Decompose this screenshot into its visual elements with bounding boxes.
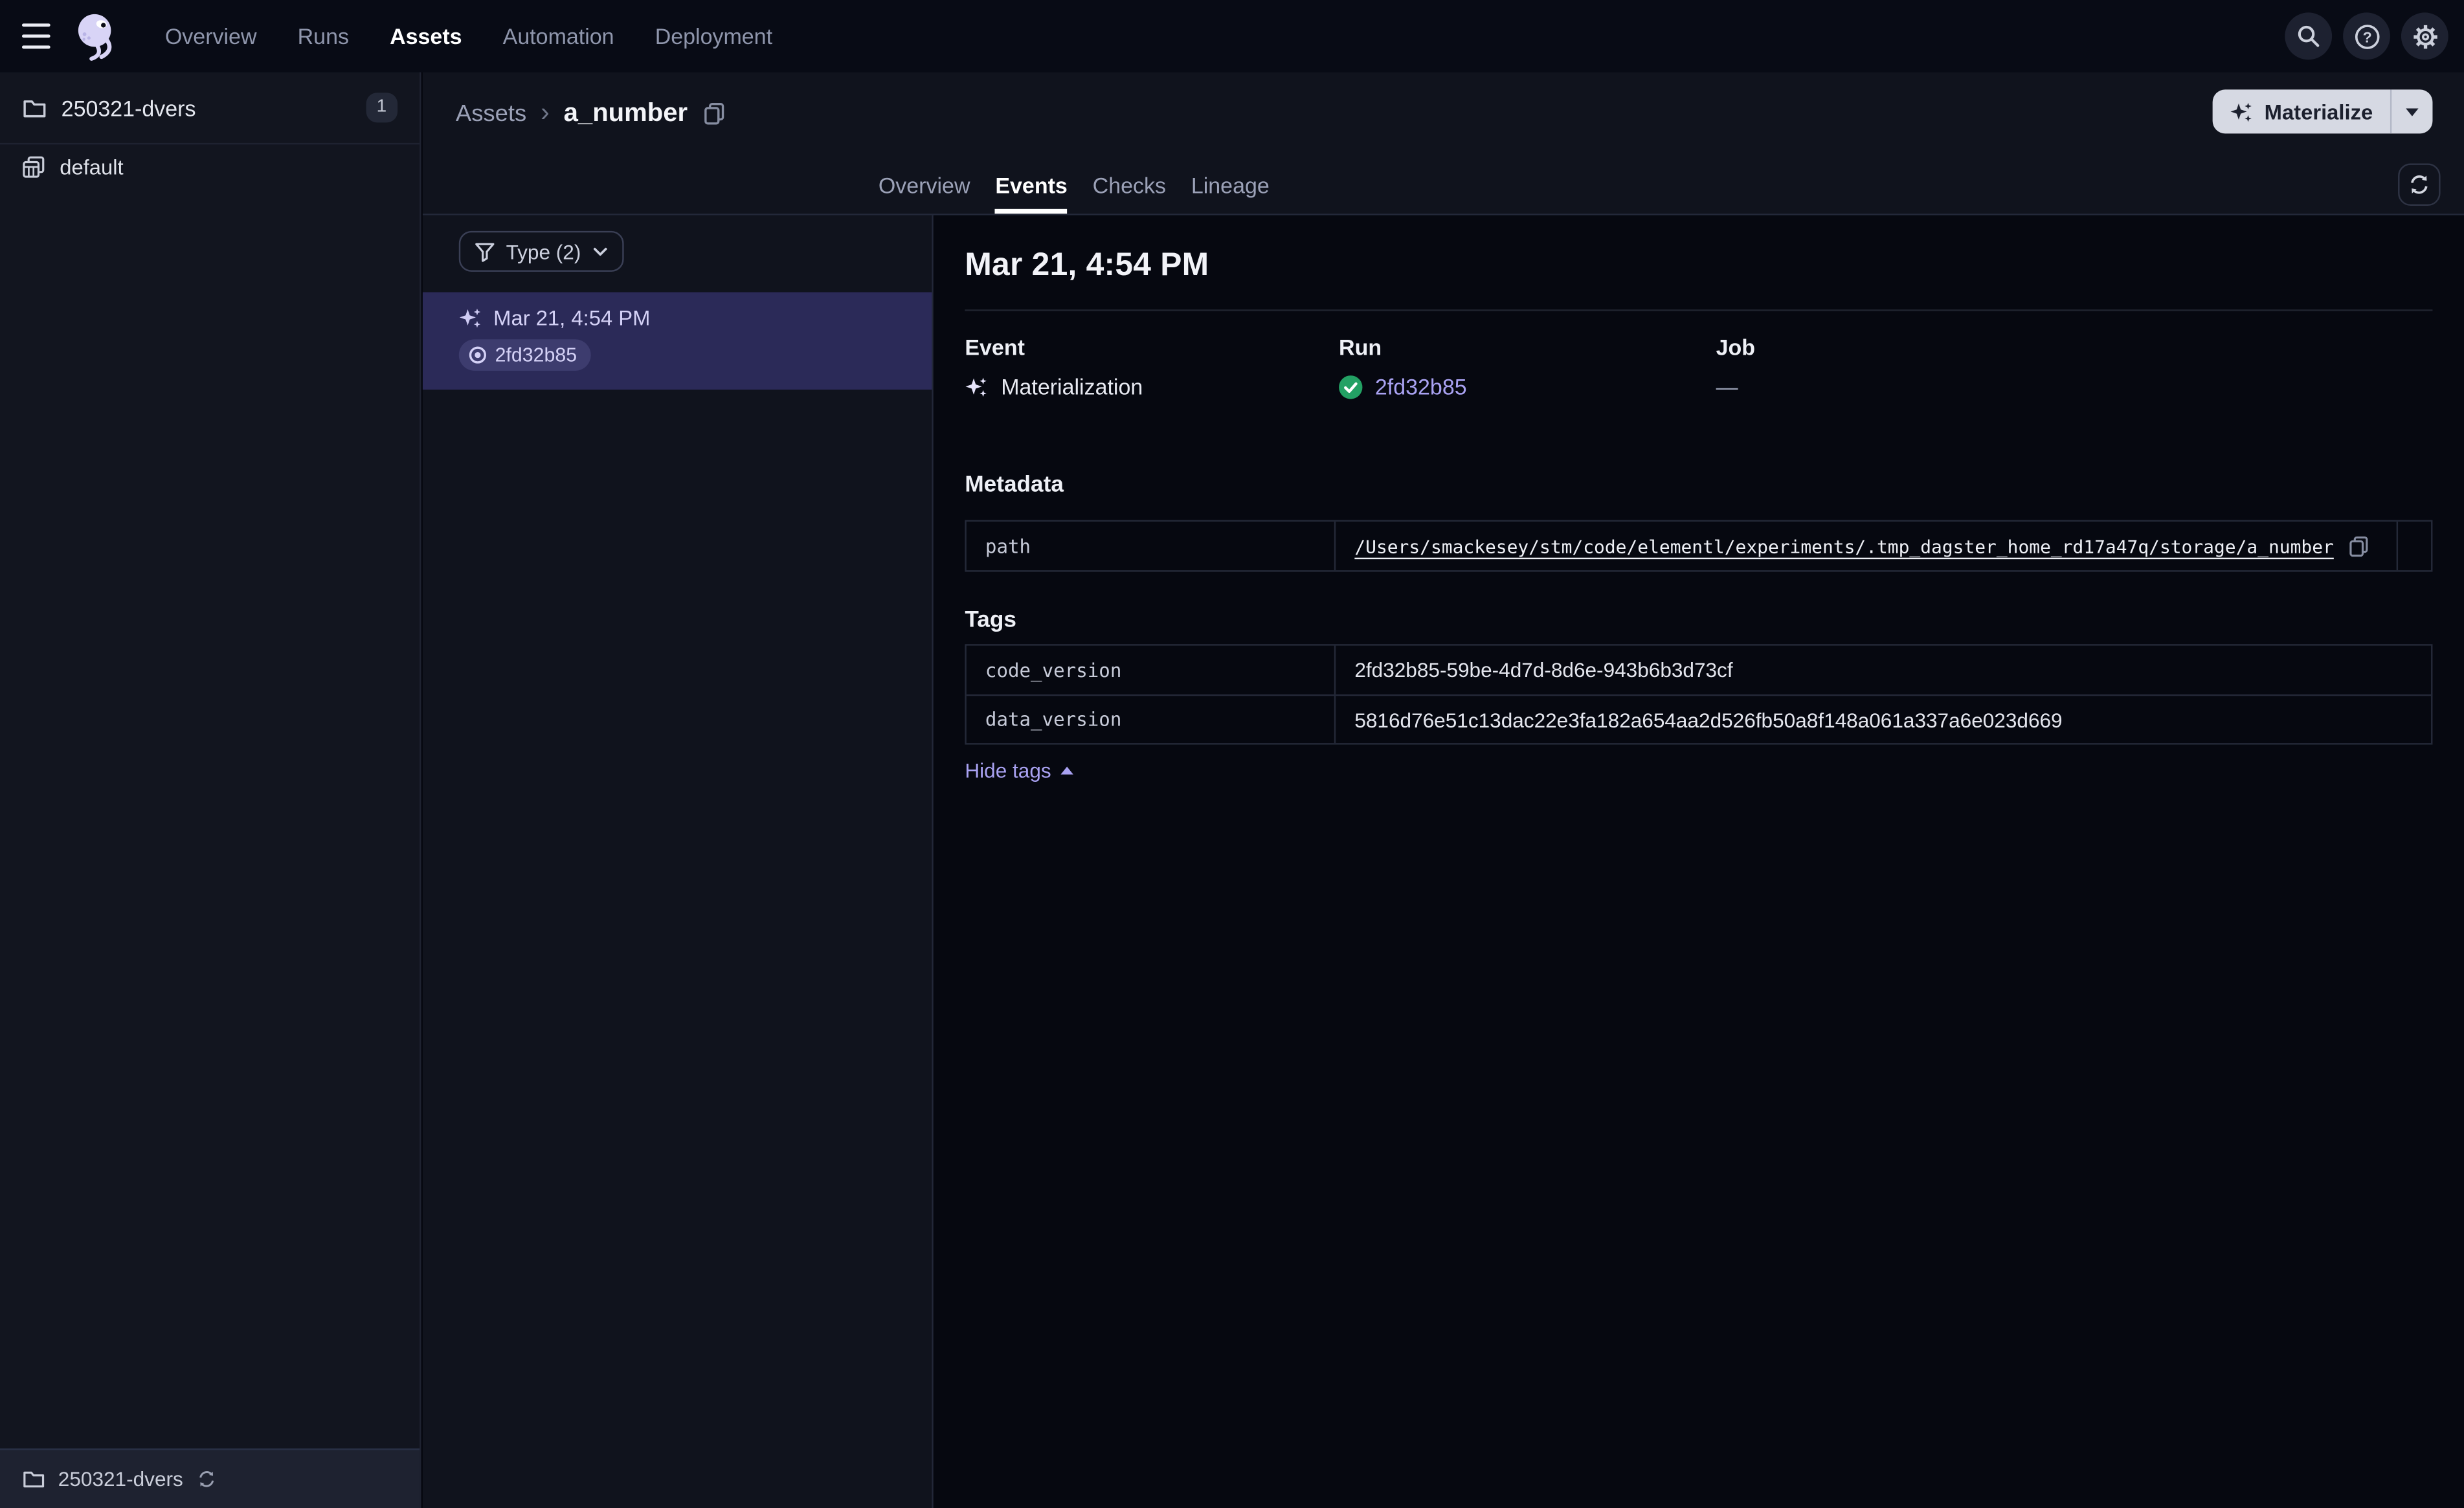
funnel-icon (475, 241, 495, 262)
help-button[interactable]: ? (2343, 12, 2390, 60)
event-column: Event Materialization (965, 335, 1339, 399)
footer-code-location-label: 250321-dvers (58, 1467, 183, 1491)
run-id-pill[interactable]: 2fd32b85 (458, 339, 592, 371)
chevron-down-icon (592, 246, 607, 257)
circle-dot-icon (468, 346, 487, 364)
metadata-key: path (967, 521, 1336, 571)
copy-icon (702, 102, 725, 125)
event-column-label: Event (965, 335, 1025, 360)
chevron-right-icon: › (541, 96, 550, 127)
refresh-button[interactable] (2398, 163, 2441, 206)
type-filter-label: Type (2) (506, 239, 581, 263)
hide-tags-link[interactable]: Hide tags (965, 759, 1073, 782)
sparkle-icon (459, 306, 482, 329)
event-list-item-selected[interactable]: Mar 21, 4:54 PM 2fd32b85 (422, 292, 932, 390)
run-id-link[interactable]: 2fd32b85 (1375, 374, 1467, 399)
materialize-dropdown-button[interactable] (2391, 89, 2432, 133)
tag-value: 2fd32b85-59be-4d7d-8d6e-943b6b3d73cf (1354, 658, 1733, 682)
asset-tabs: Overview Events Checks Lineage (879, 155, 1270, 214)
page-title: a_number (563, 98, 688, 127)
folder-icon (22, 1467, 45, 1491)
metadata-table: path /Users/smackesey/stm/code/elementl/… (965, 520, 2433, 572)
job-value: — (1716, 374, 2433, 399)
tags-table: code_version 2fd32b85-59be-4d7d-8d6e-943… (965, 644, 2433, 745)
tag-key: data_version (966, 694, 1336, 744)
nav-automation[interactable]: Automation (503, 23, 614, 49)
sidebar-item-default-group[interactable]: default (0, 144, 420, 188)
svg-text:?: ? (2362, 28, 2371, 45)
tag-value-cell: 5816d76e51c13dac22e3fa182a654aa2d526fb50… (1336, 694, 2432, 743)
metadata-section-title: Metadata (965, 472, 1064, 498)
asset-group-icon (22, 155, 45, 178)
nav-assets[interactable]: Assets (390, 23, 462, 49)
sidebar-item-code-location[interactable]: 250321-dvers 1 (0, 72, 420, 145)
sync-icon (2408, 173, 2431, 196)
dagster-app: Overview Runs Assets Automation Deployme… (0, 0, 2464, 1508)
job-empty-value: — (1716, 373, 1738, 399)
sparkle-icon (2230, 100, 2253, 123)
job-column: Job — (1716, 335, 2433, 399)
event-detail-panel: Mar 21, 4:54 PM Event Materialization Ru… (933, 215, 2464, 1508)
code-location-label: 250321-dvers (61, 94, 196, 120)
hide-tags-label: Hide tags (965, 759, 1051, 782)
gear-icon (2412, 23, 2438, 49)
help-icon: ? (2353, 23, 2380, 49)
run-column-label: Run (1339, 335, 1382, 360)
tag-value: 5816d76e51c13dac22e3fa182a654aa2d526fb50… (1354, 707, 2063, 731)
folder-icon (22, 95, 47, 120)
nav-actions: ? (2285, 12, 2448, 60)
nav-deployment[interactable]: Deployment (655, 23, 772, 49)
event-item-header: Mar 21, 4:54 PM (459, 306, 932, 330)
materialize-split-button: Materialize (2212, 89, 2433, 134)
settings-button[interactable] (2401, 12, 2448, 60)
tag-key: code_version (967, 645, 1336, 694)
event-type-value: Materialization (965, 374, 1339, 399)
breadcrumb-assets-link[interactable]: Assets (456, 100, 526, 126)
run-value: 2fd32b85 (1339, 374, 1716, 399)
asset-header: Assets › a_number Materialize Overview E… (422, 72, 2464, 216)
job-column-label: Job (1716, 335, 1756, 360)
sync-icon[interactable] (196, 1469, 216, 1490)
search-icon (2296, 23, 2321, 49)
sidebar-footer: 250321-dvers (0, 1448, 420, 1508)
metadata-actions-cell (2396, 521, 2431, 571)
sidebar: 250321-dvers 1 default 250321-dvers (0, 72, 421, 1508)
metadata-value-cell: /Users/smackesey/stm/code/elementl/exper… (1336, 522, 2396, 570)
caret-up-icon (1060, 766, 1073, 775)
primary-nav: Overview Runs Assets Automation Deployme… (165, 23, 772, 49)
dagster-logo-icon[interactable] (71, 10, 121, 63)
materialize-button[interactable]: Materialize (2213, 89, 2390, 133)
menu-icon[interactable] (21, 23, 54, 49)
metadata-path-link[interactable]: /Users/smackesey/stm/code/elementl/exper… (1354, 535, 2334, 557)
tab-checks[interactable]: Checks (1093, 155, 1166, 214)
asset-group-label: default (60, 155, 124, 179)
breadcrumb: Assets › a_number (423, 72, 2464, 154)
search-button[interactable] (2285, 12, 2333, 60)
tab-overview[interactable]: Overview (879, 155, 970, 214)
nav-overview[interactable]: Overview (165, 23, 257, 49)
type-filter-button[interactable]: Type (2) (458, 230, 623, 272)
materialize-label: Materialize (2264, 100, 2373, 124)
copy-path-button[interactable] (2348, 535, 2370, 557)
tags-section-title: Tags (965, 608, 1016, 634)
event-type-label: Materialization (1001, 373, 1143, 399)
check-circle-icon (1339, 374, 1363, 399)
caret-down-icon (2406, 107, 2419, 116)
nav-runs[interactable]: Runs (298, 23, 349, 49)
divider (965, 309, 2433, 311)
top-nav: Overview Runs Assets Automation Deployme… (0, 0, 2464, 72)
events-list-panel: Type (2) Mar 21, 4:54 PM 2fd32b85 (422, 215, 934, 1508)
copy-icon (2348, 535, 2370, 557)
sparkle-icon (965, 375, 988, 398)
tab-lineage[interactable]: Lineage (1191, 155, 1270, 214)
event-timestamp: Mar 21, 4:54 PM (493, 306, 651, 330)
tag-value-cell: 2fd32b85-59be-4d7d-8d6e-943b6b3d73cf (1336, 646, 2431, 694)
asset-count-badge: 1 (365, 92, 398, 123)
run-id-label: 2fd32b85 (495, 344, 577, 366)
event-detail-title: Mar 21, 4:54 PM (965, 247, 1209, 283)
copy-asset-name-button[interactable] (702, 102, 725, 125)
event-summary: Event Materialization Run 2fd32b85 Job — (965, 335, 2432, 399)
run-column: Run 2fd32b85 (1339, 335, 1716, 399)
tab-events[interactable]: Events (995, 155, 1068, 214)
